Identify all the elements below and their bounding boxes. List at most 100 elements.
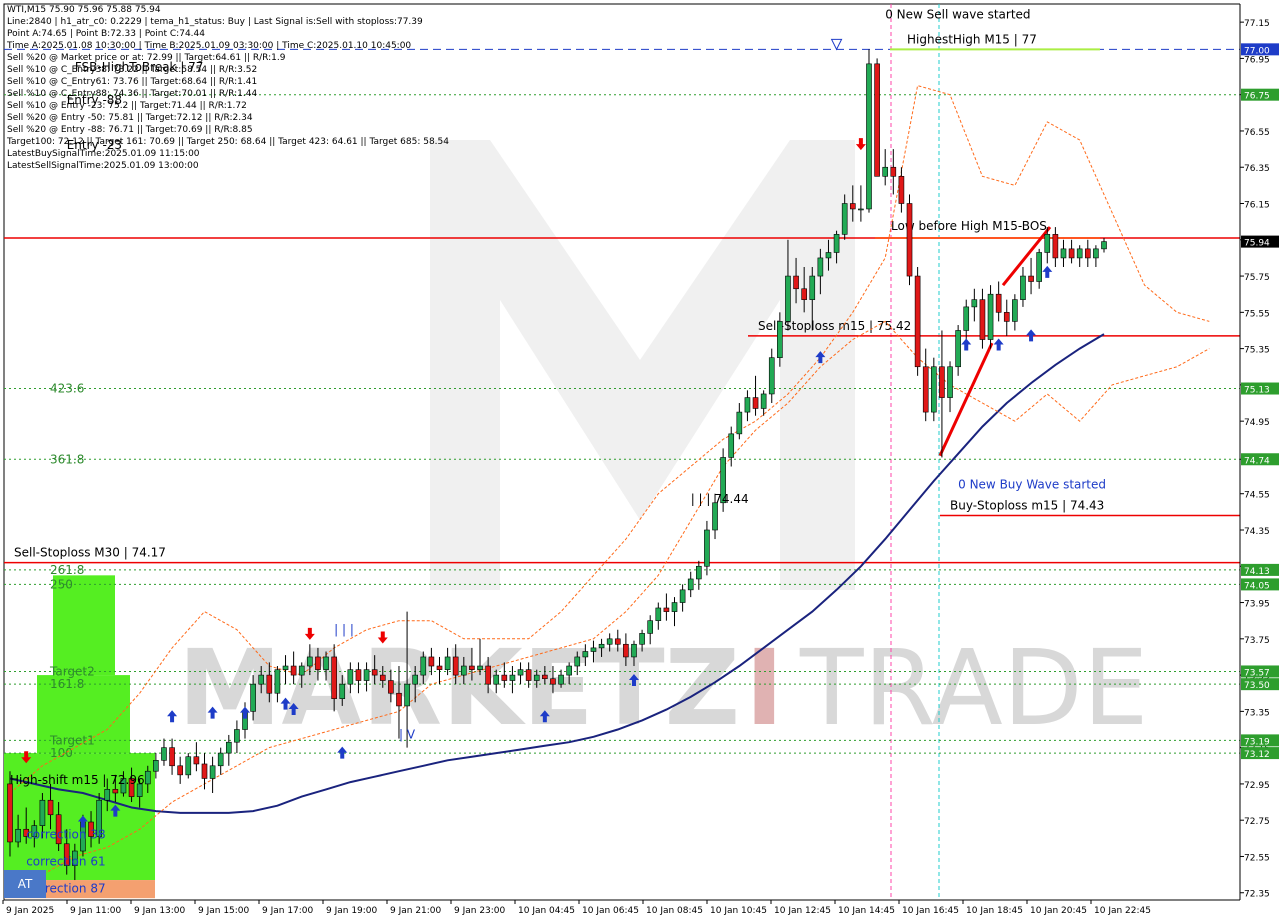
candle-body — [201, 763, 208, 779]
candle-body — [631, 643, 637, 658]
price-tick-label: 73.75 — [1244, 636, 1270, 646]
time-tick-label: 9 Jan 17:00 — [262, 906, 314, 916]
time-tick-label: 10 Jan 20:45 — [1030, 906, 1087, 916]
candle-body — [517, 669, 524, 676]
chart-annotation: 0 New Buy Wave started — [958, 477, 1106, 491]
time-tick-label: 9 Jan 13:00 — [134, 906, 186, 916]
time-tick-label: 9 Jan 2025 — [6, 906, 54, 916]
candle-body — [444, 656, 451, 670]
chart-annotation: | | | — [334, 622, 354, 636]
chart-annotation: Entry -88 — [67, 93, 122, 107]
candle-body — [712, 502, 718, 531]
candle-body — [307, 656, 313, 667]
candle-body — [866, 63, 872, 210]
auto-trading-button[interactable]: AT — [4, 870, 46, 898]
candle-body — [485, 665, 491, 685]
candle-body — [460, 665, 467, 676]
price-tick-label: 73.35 — [1244, 708, 1270, 718]
candle — [874, 58, 880, 177]
candle — [931, 357, 937, 422]
candle-body — [979, 299, 986, 340]
candle-body — [533, 674, 540, 681]
candle-body — [1052, 234, 1059, 259]
candle-body — [696, 565, 702, 580]
price-tick-label: 76.15 — [1244, 201, 1270, 211]
chart-annotation: | | | 74.44 — [691, 492, 749, 506]
candle-body — [161, 747, 167, 761]
candle-body — [112, 789, 119, 794]
candlestick-chart[interactable]: MARKETZ I TRADE HighestHigh M15 | 77 Low bef… — [0, 0, 1280, 920]
candle-body — [371, 669, 378, 676]
candle-body — [501, 674, 508, 681]
candle — [914, 266, 921, 376]
candle-body — [882, 166, 889, 177]
price-badge-label: 74.13 — [1244, 567, 1270, 577]
candle-body — [298, 665, 305, 676]
candle-body — [1084, 248, 1091, 259]
candle-body — [1044, 234, 1051, 253]
chart-annotation: FSB-HighToBreak | 77 — [75, 60, 204, 74]
candle-body — [809, 275, 816, 300]
time-tick-label: 10 Jan 16:45 — [902, 906, 959, 916]
time-tick-label: 10 Jan 12:45 — [774, 906, 831, 916]
candle-body — [655, 607, 662, 621]
candle-body — [290, 665, 297, 676]
candle-body — [144, 770, 151, 785]
candle-body — [525, 669, 532, 681]
candle-body — [193, 756, 200, 765]
candle-body — [768, 357, 775, 395]
time-tick-label: 10 Jan 10:45 — [710, 906, 767, 916]
candle-body — [752, 397, 759, 409]
candle-body — [841, 203, 848, 235]
candle-body — [104, 789, 111, 801]
candle-body — [363, 669, 370, 681]
candle-body — [477, 665, 483, 670]
price-tick-label: 74.35 — [1244, 527, 1270, 537]
candle-body — [874, 63, 880, 177]
level-label: 423.6 — [50, 382, 84, 396]
chart-window[interactable]: MARKETZ I TRADE HighestHigh M15 | 77 Low bef… — [0, 0, 1280, 920]
candle-body — [1020, 275, 1026, 300]
candle-body — [647, 620, 654, 634]
price-badge-label: 73.57 — [1244, 668, 1270, 678]
price-badge-label: 76.75 — [1244, 92, 1270, 102]
price-badge-label: 74.74 — [1244, 456, 1270, 466]
price-badge-label: 77.00 — [1244, 46, 1270, 56]
candle-body — [323, 656, 329, 670]
candle-body — [420, 656, 427, 676]
candle-body — [550, 678, 556, 685]
candle-body — [963, 306, 970, 331]
candle-body — [558, 674, 564, 685]
candle-body — [1060, 248, 1067, 259]
candle-body — [493, 674, 500, 685]
candle-body — [663, 607, 670, 612]
price-tick-label: 75.35 — [1244, 346, 1270, 356]
level-label: Sell-Stoploss M30 | 74.17 — [14, 546, 166, 560]
candle-body — [760, 393, 767, 409]
candle-body — [574, 656, 581, 667]
candle-body — [898, 176, 905, 204]
time-tick-label: 10 Jan 04:45 — [518, 906, 575, 916]
candle-body — [1012, 299, 1018, 322]
candle-body — [266, 674, 273, 694]
candle-body — [7, 783, 13, 843]
price-badge-label: 75.94 — [1244, 239, 1270, 249]
candle-body — [379, 674, 386, 681]
time-tick-label: 10 Jan 08:45 — [646, 906, 703, 916]
time-tick-label: 10 Jan 22:45 — [1094, 906, 1151, 916]
price-badge-label: 73.12 — [1244, 750, 1270, 760]
candle-body — [931, 366, 937, 413]
time-tick-label: 10 Jan 06:45 — [582, 906, 639, 916]
candle-body — [623, 643, 629, 658]
price-badge-label: 73.50 — [1244, 681, 1270, 691]
candle — [906, 194, 913, 286]
time-tick-label: 9 Jan 23:00 — [454, 906, 506, 916]
candle — [185, 753, 192, 779]
candle-body — [793, 275, 799, 290]
price-badge-label: 75.13 — [1244, 386, 1270, 396]
price-tick-label: 74.55 — [1244, 491, 1270, 501]
level-label: 161.8 — [50, 677, 84, 691]
candle-body — [939, 366, 945, 398]
watermark-left: MARKETZ — [178, 627, 740, 749]
candle-body — [1101, 241, 1107, 250]
